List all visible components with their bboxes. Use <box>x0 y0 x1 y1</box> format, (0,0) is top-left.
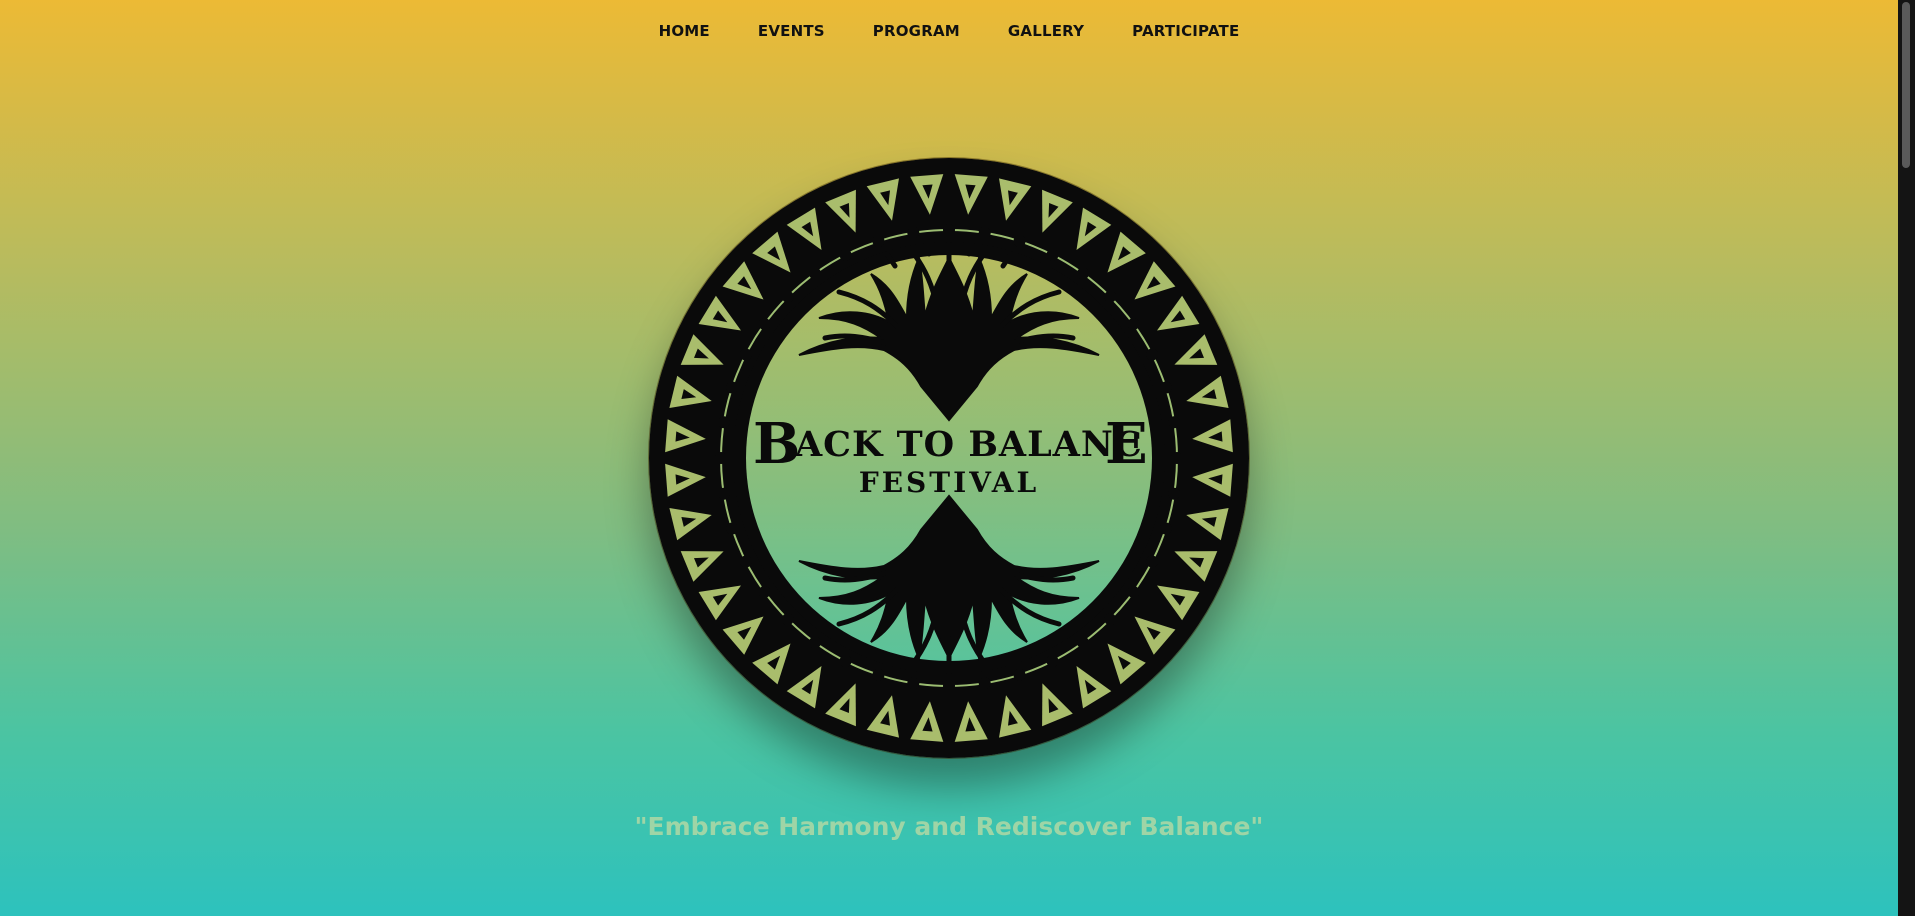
pattern-dot <box>726 381 739 394</box>
pattern-dot <box>943 224 955 236</box>
hero-tagline: "Embrace Harmony and Rediscover Balance" <box>634 812 1264 841</box>
pattern-dot <box>781 290 794 303</box>
logo-subtitle: FESTIVAL <box>859 466 1039 499</box>
pattern-dot <box>1104 290 1117 303</box>
pattern-dot <box>1127 586 1140 598</box>
pattern-dot <box>943 680 955 692</box>
main-nav: HOME EVENTS PROGRAM GALLERY PARTICIPATE <box>0 0 1898 62</box>
pattern-dot <box>726 522 739 535</box>
nav-participate[interactable]: PARTICIPATE <box>1132 22 1239 40</box>
nav-home[interactable]: HOME <box>659 22 710 40</box>
pattern-dot <box>717 487 730 500</box>
logo-initial-b: B <box>753 411 800 477</box>
nav-events[interactable]: EVENTS <box>758 22 825 40</box>
nav-gallery[interactable]: GALLERY <box>1008 22 1084 40</box>
pattern-dot <box>715 452 727 464</box>
pattern-dot <box>1013 235 1026 248</box>
pattern-dot <box>739 348 752 361</box>
pattern-dot <box>1046 248 1059 261</box>
pattern-dot <box>1146 348 1159 361</box>
pattern-dot <box>1077 267 1089 280</box>
pattern-dot <box>809 267 821 280</box>
pattern-dot <box>1171 452 1183 464</box>
pattern-dot <box>839 655 852 668</box>
pattern-dot <box>1046 655 1059 668</box>
pattern-dot <box>717 416 730 429</box>
pattern-dot <box>781 613 794 626</box>
pattern-dot <box>758 586 771 598</box>
pattern-dot <box>1168 487 1181 500</box>
pattern-dot <box>1159 522 1172 535</box>
pattern-dot <box>1159 381 1172 394</box>
festival-logo-graphic: B ACK TO BALANC E FESTIVAL <box>649 158 1249 758</box>
pattern-dot <box>809 636 821 649</box>
vertical-scrollbar[interactable] <box>1898 0 1915 916</box>
logo-title-middle: ACK TO BALANC <box>794 424 1143 465</box>
pattern-dot <box>1168 416 1181 429</box>
pattern-dot <box>978 677 991 690</box>
pattern-dot <box>978 226 991 239</box>
pattern-dot <box>739 555 752 568</box>
pattern-dot <box>1077 636 1089 649</box>
festival-logo: B ACK TO BALANC E FESTIVAL <box>649 158 1249 758</box>
scrollbar-thumb[interactable] <box>1902 2 1910 168</box>
pattern-dot <box>839 248 852 261</box>
pattern-dot <box>872 235 885 248</box>
logo-final-e: E <box>1105 411 1148 477</box>
pattern-dot <box>1104 613 1117 626</box>
pattern-dot <box>907 226 920 239</box>
pattern-dot <box>758 318 771 330</box>
pattern-dot <box>872 668 885 681</box>
pattern-dot <box>1127 318 1140 330</box>
pattern-dot <box>1146 555 1159 568</box>
nav-program[interactable]: PROGRAM <box>873 22 960 40</box>
pattern-dot <box>907 677 920 690</box>
pattern-dot <box>1013 668 1026 681</box>
